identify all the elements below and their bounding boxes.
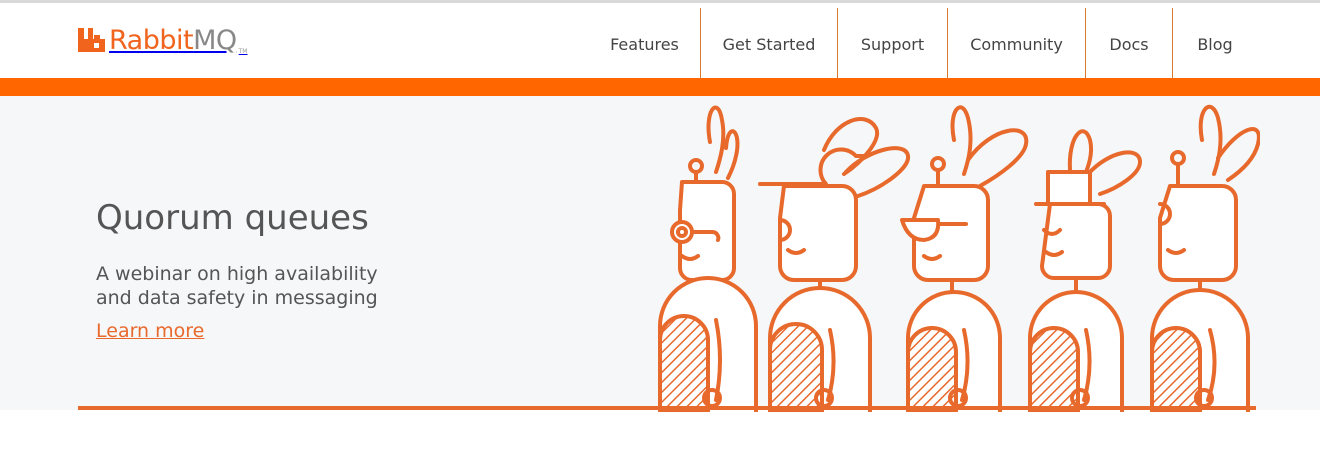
logo-main: Rabbit — [109, 24, 194, 56]
main-nav: Features Get Started Support Community D… — [589, 8, 1257, 80]
brand-bar — [0, 78, 1320, 96]
rabbit-robot-3 — [900, 105, 1029, 412]
logo-wordmark: RabbitMQ — [109, 27, 237, 54]
rabbit-robot-4 — [1028, 129, 1142, 412]
rabbit-robot-2 — [758, 117, 910, 412]
site-header: RabbitMQ TM Features Get Started Support… — [0, 3, 1320, 80]
nav-community[interactable]: Community — [948, 8, 1085, 80]
rabbit-robot-1 — [658, 105, 758, 412]
rabbit-robots-illustration — [658, 104, 1260, 412]
hero-subtitle-line2: and data safety in messaging — [96, 287, 378, 309]
rabbit-robot-5 — [1150, 104, 1260, 412]
hero-subtitle: A webinar on high availability and data s… — [96, 262, 456, 310]
logo-accent: MQ — [193, 24, 237, 56]
nav-features[interactable]: Features — [589, 8, 700, 80]
rabbitmq-logo[interactable]: RabbitMQ TM — [77, 22, 247, 58]
hero-title: Quorum queues — [96, 198, 369, 238]
nav-docs[interactable]: Docs — [1086, 8, 1172, 80]
nav-support[interactable]: Support — [838, 8, 947, 80]
hero-subtitle-line1: A webinar on high availability — [96, 263, 378, 285]
learn-more-link[interactable]: Learn more — [96, 320, 204, 342]
nav-blog[interactable]: Blog — [1173, 8, 1257, 80]
rabbitmq-logo-icon — [78, 28, 105, 52]
logo-trademark: TM — [238, 48, 248, 55]
ground-line — [78, 406, 1256, 410]
nav-get-started[interactable]: Get Started — [701, 8, 837, 80]
